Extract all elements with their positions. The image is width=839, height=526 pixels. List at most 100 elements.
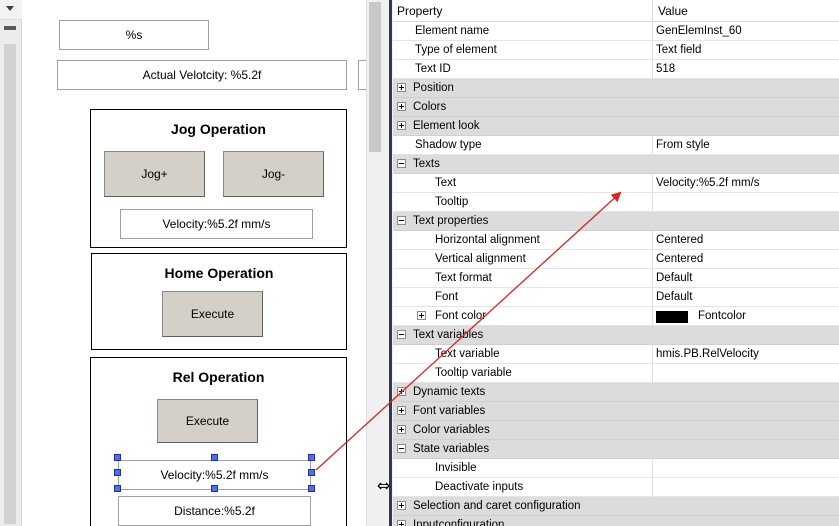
property-row[interactable]: Deactivate inputs [393,478,839,497]
column-header-property[interactable]: Property [397,4,442,18]
toolbox-scrollbar[interactable] [4,44,16,524]
property-category-row[interactable]: Dynamic texts [393,383,839,402]
property-value[interactable]: Velocity:%5.2f mm/s [656,177,760,189]
property-row[interactable]: Font Default [393,288,839,307]
property-name: Dynamic texts [413,386,486,398]
property-category-row[interactable]: Inputconfiguration [393,516,839,526]
column-separator [652,364,653,383]
property-value[interactable]: 518 [656,63,675,75]
property-name: Text format [435,272,492,284]
column-header-value[interactable]: Value [658,4,688,18]
property-value[interactable]: Text field [656,44,701,56]
property-category-row[interactable]: Text variables [393,326,839,345]
chevron-down-icon [6,6,14,11]
property-category-row[interactable]: Text properties [393,212,839,231]
expand-plus-icon[interactable] [397,121,406,130]
column-separator[interactable] [652,0,653,22]
selection-handle-top-left[interactable] [114,454,121,461]
property-category-row[interactable]: Selection and caret configuration [393,497,839,516]
expand-plus-icon[interactable] [397,387,406,396]
property-row[interactable]: Font color Fontcolor [393,307,839,326]
expand-plus-icon[interactable] [397,520,406,526]
text-field-actual-velocity[interactable]: Actual Velotcity: %5.2f [57,60,347,90]
property-name: Color variables [413,424,490,436]
selection-handle-bottom-left[interactable] [114,485,121,492]
property-value[interactable]: GenElemInst_60 [656,25,742,37]
collapse-minus-icon[interactable] [397,159,406,168]
property-row[interactable]: Vertical alignment Centered [393,250,839,269]
property-value[interactable]: Default [656,291,692,303]
property-value[interactable]: From style [656,139,710,151]
property-row[interactable]: Element name GenElemInst_60 [393,22,839,41]
column-separator [652,250,653,269]
expand-plus-icon[interactable] [417,311,426,320]
column-separator [652,41,653,60]
property-value[interactable]: Centered [656,253,703,265]
property-name: Shadow type [415,139,482,151]
property-name: Text variable [435,348,500,360]
home-operation-group[interactable]: Home Operation Execute [91,253,347,350]
text-field-top[interactable]: %s [59,20,209,50]
expand-plus-icon[interactable] [397,406,406,415]
collapse-minus-icon[interactable] [397,444,406,453]
property-row[interactable]: Invisible [393,459,839,478]
visualization-editor-canvas[interactable]: %s Actual Velotcity: %5.2f Jog Operation… [0,0,383,526]
column-separator [652,193,653,212]
property-row[interactable]: Type of element Text field [393,41,839,60]
color-swatch[interactable] [656,311,688,323]
column-separator [652,22,653,41]
rel-execute-button[interactable]: Execute [157,399,258,443]
splitter-line [389,0,392,526]
rel-operation-title: Rel Operation [172,369,265,385]
scrollbar-thumb[interactable] [369,2,381,152]
jog-minus-button[interactable]: Jog- [223,151,324,197]
jog-velocity-field[interactable]: Velocity:%5.2f mm/s [120,209,313,239]
collapse-minus-icon[interactable] [397,216,406,225]
jog-plus-button[interactable]: Jog+ [104,151,205,197]
toolbox-strip [0,0,22,526]
expand-plus-icon[interactable] [397,425,406,434]
property-value[interactable]: hmis.PB.RelVelocity [656,348,759,360]
property-category-row[interactable]: Position [393,79,839,98]
property-row[interactable]: Text format Default [393,269,839,288]
property-row[interactable]: Horizontal alignment Centered [393,231,839,250]
property-row[interactable]: Text ID 518 [393,60,839,79]
property-category-row[interactable]: Element look [393,117,839,136]
property-category-row[interactable]: State variables [393,440,839,459]
rel-distance-field[interactable]: Distance:%5.2f [118,496,311,526]
collapse-minus-icon[interactable] [397,330,406,339]
expand-plus-icon[interactable] [397,501,406,510]
selection-handle-top-right[interactable] [308,454,315,461]
property-value[interactable]: Fontcolor [698,310,746,322]
expand-plus-icon[interactable] [397,102,406,111]
panel-splitter[interactable] [383,0,393,526]
property-name: Invisible [435,462,477,474]
property-category-row[interactable]: Colors [393,98,839,117]
property-grid[interactable]: Property Value Element name GenElemInst_6… [393,0,839,526]
property-name: Inputconfiguration [413,519,505,526]
property-row[interactable]: Text Velocity:%5.2f mm/s [393,174,839,193]
home-execute-button[interactable]: Execute [162,291,263,337]
property-category-row[interactable]: Font variables [393,402,839,421]
property-row[interactable]: Shadow type From style [393,136,839,155]
property-row[interactable]: Tooltip [393,193,839,212]
property-row[interactable]: Text variable hmis.PB.RelVelocity [393,345,839,364]
column-separator [652,307,653,326]
selection-handle-top[interactable] [211,454,218,461]
selection-handle-bottom-right[interactable] [308,485,315,492]
property-row[interactable]: Tooltip variable [393,364,839,383]
selection-handle-bottom[interactable] [211,485,218,492]
canvas-vertical-scrollbar[interactable] [366,0,383,526]
property-value[interactable]: Centered [656,234,703,246]
property-name: Tooltip variable [435,367,512,379]
column-separator [652,345,653,364]
property-value[interactable]: Default [656,272,692,284]
column-separator [652,231,653,250]
expand-plus-icon[interactable] [397,83,406,92]
jog-operation-group[interactable]: Jog Operation Jog+ Jog- Velocity:%5.2f m… [90,109,347,248]
selection-handle-left[interactable] [114,469,121,476]
selection-handle-right[interactable] [308,469,315,476]
property-category-row[interactable]: Texts [393,155,839,174]
toolbox-dropdown[interactable] [0,0,22,20]
property-category-row[interactable]: Color variables [393,421,839,440]
